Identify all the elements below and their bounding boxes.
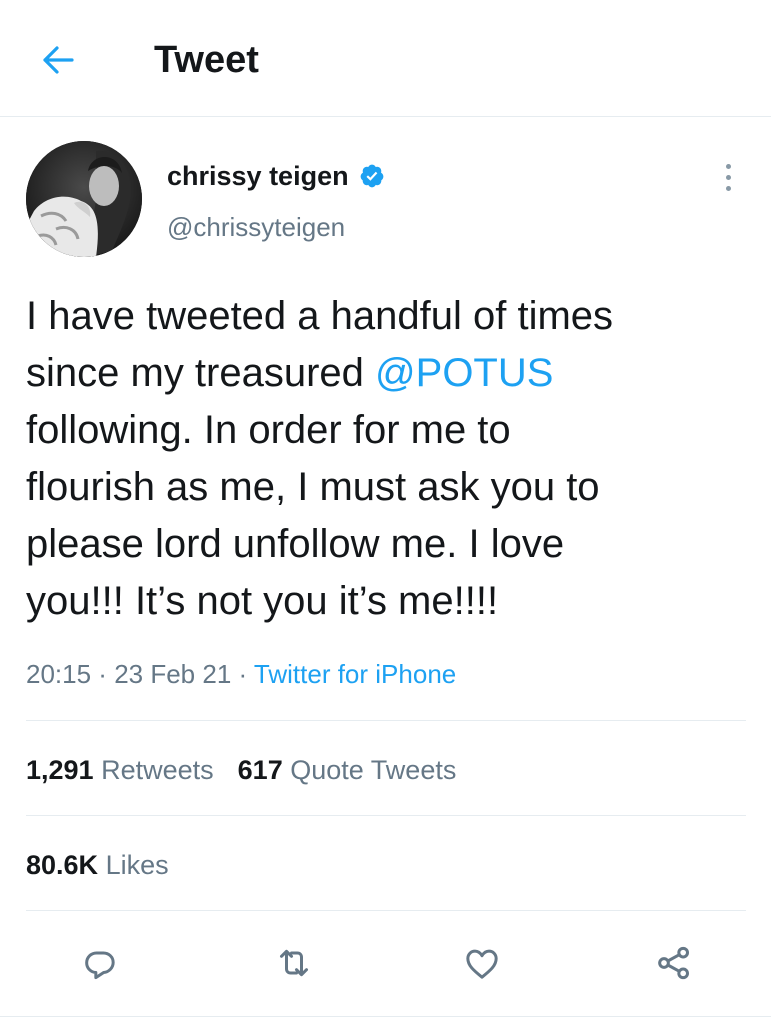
verified-badge-icon (360, 164, 383, 188)
retweets-label: Retweets (101, 755, 214, 785)
profile-photo (26, 141, 142, 257)
retweet-button[interactable] (266, 935, 322, 991)
more-dot-icon (725, 174, 731, 180)
quote-tweets-count: 617 (237, 755, 283, 785)
likes-row: 80.6K Likes (26, 847, 193, 883)
retweets-count: 1,291 (26, 755, 94, 785)
meta-separator: · (91, 659, 115, 689)
avatar[interactable] (26, 141, 142, 257)
tweet-text: I have tweeted a handful of times since … (26, 288, 746, 630)
heart-icon (466, 949, 498, 979)
quote-tweets-label: Quote Tweets (290, 755, 457, 785)
tweet-time[interactable]: 20:15 (26, 659, 91, 689)
page-title: Tweet (154, 39, 259, 81)
tweet-meta: 20:15 · 23 Feb 21 · Twitter for iPhone (26, 656, 456, 692)
author-handle[interactable]: @chrissyteigen (167, 212, 345, 243)
more-options-button[interactable] (710, 155, 746, 199)
display-name[interactable]: chrissy teigen (167, 161, 349, 192)
stats-row: 1,291 Retweets 617 Quote Tweets (26, 752, 480, 788)
retweets-stat[interactable]: 1,291 Retweets (26, 755, 214, 785)
divider (26, 910, 746, 911)
share-button[interactable] (646, 935, 702, 991)
back-button[interactable] (34, 36, 82, 84)
top-bar: Tweet (0, 0, 771, 117)
divider (26, 815, 746, 816)
retweet-icon (280, 949, 308, 977)
author-name-row: chrissy teigen (167, 156, 385, 196)
likes-stat[interactable]: 80.6K Likes (26, 850, 169, 880)
tweet-date[interactable]: 23 Feb 21 (114, 659, 231, 689)
divider (0, 1016, 771, 1017)
mention-link[interactable]: @POTUS (375, 351, 553, 395)
more-dot-icon (725, 163, 731, 169)
divider (26, 720, 746, 721)
meta-separator: · (231, 659, 254, 689)
arrow-left-icon (43, 46, 74, 74)
likes-count: 80.6K (26, 850, 99, 880)
tweet-text-part: following. In order for me to flourish a… (26, 408, 600, 623)
tweet-source[interactable]: Twitter for iPhone (254, 659, 456, 689)
action-bar (26, 935, 746, 991)
like-button[interactable] (454, 935, 510, 991)
quote-tweets-stat[interactable]: 617 Quote Tweets (238, 755, 457, 785)
more-dot-icon (725, 185, 731, 191)
reply-button[interactable] (72, 935, 128, 991)
reply-icon (85, 951, 115, 980)
likes-label: Likes (105, 850, 169, 880)
share-icon (658, 946, 689, 980)
